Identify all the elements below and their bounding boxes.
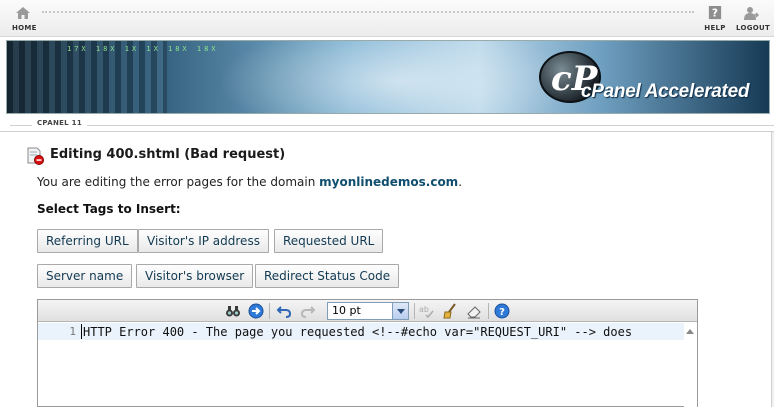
insert-visitor-ip-button[interactable]: Visitor's IP address xyxy=(138,229,269,253)
cpanel-brand-text: cPanel Accelerated xyxy=(581,81,750,102)
page-title: Editing 400.shtml (Bad request) xyxy=(50,147,286,162)
page-description: You are editing the error pages for the … xyxy=(37,175,462,189)
top-nav-bar: HOME ? HELP LOGOUT xyxy=(0,0,774,37)
help-label: HELP xyxy=(704,24,726,32)
chevron-down-icon xyxy=(392,303,408,319)
svg-text:ab: ab xyxy=(419,305,429,314)
toolbar-separator xyxy=(269,303,270,319)
help-icon: ? xyxy=(708,6,722,20)
editor-toolbar: 10 pt ab ? xyxy=(38,300,697,322)
domain-link[interactable]: myonlinedemos.com xyxy=(319,175,458,189)
banner-ticker-text: 17X 18X 1X 1X 18X 18X xyxy=(67,45,219,53)
font-size-select[interactable]: 10 pt xyxy=(327,302,409,320)
logout-button[interactable]: LOGOUT xyxy=(736,6,770,32)
undo-icon[interactable] xyxy=(276,303,292,319)
insert-requested-url-button[interactable]: Requested URL xyxy=(274,229,384,253)
banner-world-map-graphic xyxy=(217,41,577,113)
top-nav-divider xyxy=(42,11,694,15)
text-caret xyxy=(81,324,82,339)
find-icon[interactable] xyxy=(225,303,241,319)
logout-icon xyxy=(744,7,759,20)
goto-icon[interactable] xyxy=(248,303,264,319)
home-label: HOME xyxy=(12,24,37,32)
line-number: 1 xyxy=(69,325,76,338)
home-icon xyxy=(16,7,30,19)
toolbar-separator xyxy=(488,303,489,319)
redo-icon[interactable] xyxy=(300,303,316,319)
clean-icon[interactable] xyxy=(442,303,458,319)
insert-server-name-button[interactable]: Server name xyxy=(37,264,133,288)
editor-scrollbar[interactable] xyxy=(684,323,697,407)
svg-text:?: ? xyxy=(499,307,505,318)
version-strip: CPANEL 11 xyxy=(0,118,774,132)
spellcheck-icon[interactable]: ab xyxy=(418,303,434,319)
home-button[interactable]: HOME xyxy=(12,6,37,32)
logout-label: LOGOUT xyxy=(736,24,771,32)
help-circle-icon[interactable]: ? xyxy=(494,303,510,319)
version-label: CPANEL 11 xyxy=(32,119,88,127)
svg-text:?: ? xyxy=(712,8,718,20)
header-banner: 17X 18X 1X 1X 18X 18X cP cPanel Accelera… xyxy=(6,40,770,114)
font-size-value: 10 pt xyxy=(332,304,361,317)
select-tags-heading: Select Tags to Insert: xyxy=(37,202,181,216)
version-divider xyxy=(10,125,774,126)
eraser-icon[interactable] xyxy=(466,303,482,319)
help-button[interactable]: ? HELP xyxy=(704,6,726,32)
insert-redirect-status-button[interactable]: Redirect Status Code xyxy=(255,264,400,288)
toolbar-separator xyxy=(414,303,415,319)
description-suffix: . xyxy=(458,175,463,189)
insert-referring-url-button[interactable]: Referring URL xyxy=(37,229,138,253)
insert-visitor-browser-button[interactable]: Visitor's browser xyxy=(136,264,254,288)
file-error-icon xyxy=(27,147,44,165)
code-line-text[interactable]: HTTP Error 400 - The page you requested … xyxy=(83,325,683,339)
code-editor[interactable]: 10 pt ab ? 1 HTTP Error 400 - The page y… xyxy=(37,299,698,407)
description-text: You are editing the error pages for the … xyxy=(37,175,320,189)
